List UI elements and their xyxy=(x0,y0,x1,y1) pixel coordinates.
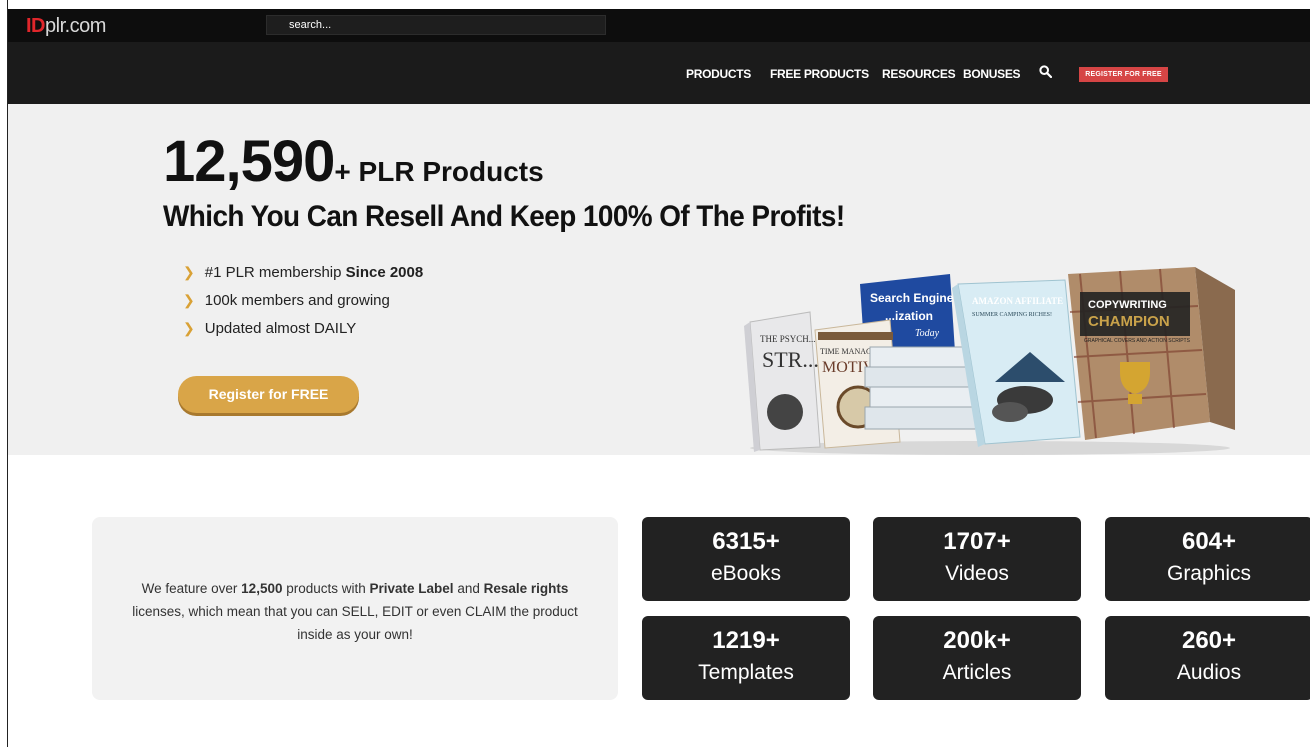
book-title-seo-2: ...ization xyxy=(885,309,933,323)
product-count: 12,590 xyxy=(163,129,335,194)
search-icon[interactable] xyxy=(1039,65,1052,78)
list-item: ❯ Updated almost DAILY xyxy=(183,320,423,348)
stat-card-videos[interactable]: 1707+ Videos xyxy=(873,517,1081,601)
chevron-right-icon: ❯ xyxy=(183,320,195,336)
book-title-seo: Search Engine xyxy=(870,291,954,305)
chevron-right-icon: ❯ xyxy=(183,292,195,308)
stat-number: 6315+ xyxy=(712,528,780,555)
product-count-suffix: + PLR Products xyxy=(334,156,544,187)
book-title-amazon: AMAZON AFFILIATE xyxy=(972,296,1063,306)
stat-label: Graphics xyxy=(1166,562,1252,585)
stat-number: 604+ xyxy=(1181,528,1237,555)
book-title-copy-2: CHAMPION xyxy=(1088,313,1170,330)
stat-card-templates[interactable]: 1219+ Templates xyxy=(642,616,850,700)
top-bar: IDplr.com search... xyxy=(8,9,1310,42)
stat-label: Videos xyxy=(945,562,1009,585)
stat-label: Articles xyxy=(942,661,1012,684)
book-title-psych-2: STR... xyxy=(762,347,819,372)
stat-number: 1707+ xyxy=(943,528,1011,555)
info-description: We feature over 12,500 products with Pri… xyxy=(132,581,578,642)
nav-item-free-products[interactable]: FREE PRODUCTS xyxy=(770,67,869,81)
window-left-edge xyxy=(0,0,8,747)
site-logo[interactable]: IDplr.com xyxy=(26,15,106,37)
stat-card-audios[interactable]: 260+ Audios xyxy=(1105,616,1310,700)
stat-card-ebooks[interactable]: 6315+ eBooks xyxy=(642,517,850,601)
register-for-free-button[interactable]: REGISTER FOR FREE xyxy=(1079,67,1168,82)
bullet-text: Updated almost DAILY xyxy=(204,320,357,337)
bullet-bold-text: Since 2008 xyxy=(345,264,424,281)
hero-subtitle: Which You Can Resell And Keep 100% Of Th… xyxy=(163,200,845,233)
stat-number: 260+ xyxy=(1181,627,1237,654)
nav-item-bonuses[interactable]: BONUSES xyxy=(963,67,1021,81)
stat-number: 1219+ xyxy=(712,627,780,654)
hero-bullet-list: ❯ #1 PLR membership Since 2008 ❯ 100k memb… xyxy=(183,264,423,348)
main-nav: PRODUCTS FREE PRODUCTS RESOURCES BONUSES… xyxy=(8,42,1310,104)
info-card: We feature over 12,500 products with Pri… xyxy=(92,517,618,700)
book-title-psych: THE PSYCH... xyxy=(760,334,816,344)
hero-section: 12,590+ PLR Products Which You Can Resel… xyxy=(8,104,1310,455)
stat-label: Templates xyxy=(698,661,794,684)
stat-card-graphics[interactable]: 604+ Graphics xyxy=(1105,517,1310,601)
search-input[interactable]: search... xyxy=(266,15,606,35)
list-item: ❯ #1 PLR membership Since 2008 xyxy=(183,264,423,292)
product-bundle-image: THE PSYCH... STR... Search Engine ...iza… xyxy=(744,267,1235,455)
stat-label: eBooks xyxy=(710,562,782,585)
book-title-copy: COPYWRITING xyxy=(1088,299,1167,311)
book-title-seo-3: Today xyxy=(915,328,940,339)
stat-label: Audios xyxy=(1176,661,1242,684)
bullet-text: 100k members and growing xyxy=(204,292,390,309)
logo-domain-text: plr.com xyxy=(45,15,106,37)
stat-card-articles[interactable]: 200k+ Articles xyxy=(873,616,1081,700)
book-title-amazon-2: SUMMER CAMPING RICHES! xyxy=(972,312,1052,318)
logo-id-text: ID xyxy=(26,15,46,37)
hero-headline: 12,590+ PLR Products xyxy=(163,130,544,204)
book-title-copy-3: GRAPHICAL COVERS AND ACTION SCRIPTS xyxy=(1084,338,1191,344)
stat-number: 200k+ xyxy=(943,627,1011,654)
nav-item-products[interactable]: PRODUCTS xyxy=(686,67,751,81)
chevron-right-icon: ❯ xyxy=(183,264,195,280)
nav-item-resources[interactable]: RESOURCES xyxy=(882,67,956,81)
bullet-text: #1 PLR membership xyxy=(204,264,346,281)
list-item: ❯ 100k members and growing xyxy=(183,292,423,320)
hero-register-button[interactable]: Register for FREE xyxy=(178,376,359,413)
